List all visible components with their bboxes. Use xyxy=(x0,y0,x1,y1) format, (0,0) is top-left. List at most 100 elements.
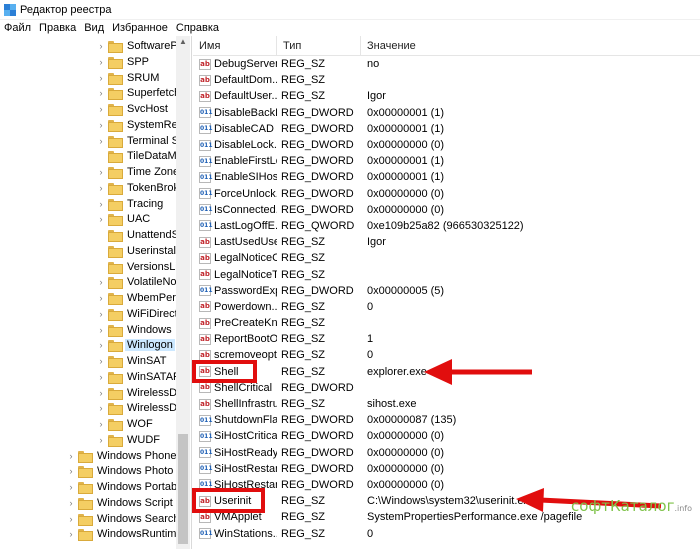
value-row[interactable]: 011LastLogOffE... REG_QWORD 0xe109b25a82 (… xyxy=(193,218,700,234)
value-row[interactable]: abLegalNoticeC... REG_SZ xyxy=(193,250,700,266)
menu-file[interactable]: Файл xyxy=(0,22,35,34)
tree-item[interactable]: › Windows xyxy=(96,322,174,338)
registry-tree[interactable]: › SoftwarePro › SPP › SRUM › Superfetch › SvcHost… xyxy=(0,36,192,549)
chevron-right-icon[interactable]: › xyxy=(96,337,106,353)
chevron-right-icon[interactable]: › xyxy=(96,385,106,401)
chevron-right-icon[interactable]: › xyxy=(96,70,106,86)
value-row[interactable]: 011IsConnected... REG_DWORD 0x00000000 (0) xyxy=(193,202,700,218)
menu-edit[interactable]: Правка xyxy=(35,22,80,34)
tree-item[interactable]: › WinSAT xyxy=(96,353,169,369)
chevron-right-icon[interactable]: › xyxy=(66,526,76,542)
column-header-name[interactable]: Имя xyxy=(193,36,277,56)
chevron-right-icon[interactable]: › xyxy=(96,274,106,290)
value-name: ReportBootOk xyxy=(214,333,277,346)
value-row[interactable]: 011 DisableLock... REG_DWORD 0x00000000 (0) xyxy=(193,137,700,153)
tree-item[interactable]: › UAC xyxy=(96,211,152,227)
chevron-right-icon[interactable]: › xyxy=(96,164,106,180)
chevron-right-icon[interactable]: › xyxy=(66,511,76,527)
scroll-up-arrow-icon[interactable]: ▲ xyxy=(176,36,190,48)
shell-highlight-box xyxy=(192,360,257,383)
tree-item[interactable]: › WiFiDirectA xyxy=(96,306,187,322)
value-row[interactable]: abLegalNoticeT... REG_SZ xyxy=(193,266,700,282)
tree-item[interactable]: › Time Zones xyxy=(96,164,187,180)
chevron-right-icon[interactable]: › xyxy=(96,416,106,432)
tree-item[interactable]: › WUDF xyxy=(96,432,162,448)
value-row[interactable]: ab Powerdown... REG_SZ 0 xyxy=(193,299,700,315)
chevron-right-icon[interactable]: › xyxy=(96,117,106,133)
value-row[interactable]: ab DefaultUser... REG_SZ Igor xyxy=(193,88,700,104)
value-row[interactable]: abShellInfrastru... REG_SZ sihost.exe xyxy=(193,396,700,412)
menu-help[interactable]: Справка xyxy=(172,22,223,34)
chevron-right-icon[interactable]: › xyxy=(96,400,106,416)
tree-item[interactable]: Userinstall xyxy=(96,243,180,259)
tree-item[interactable]: TileDataMo xyxy=(96,148,185,164)
chevron-right-icon[interactable]: › xyxy=(96,353,106,369)
chevron-right-icon[interactable]: › xyxy=(96,133,106,149)
chevron-right-icon[interactable]: › xyxy=(66,448,76,464)
value-row[interactable]: 011 WinStations... REG_SZ 0 xyxy=(193,525,700,541)
value-row[interactable]: ab DefaultDom... REG_SZ xyxy=(193,72,700,88)
value-row[interactable]: 011EnableFirstLo... REG_DWORD 0x00000001 (… xyxy=(193,153,700,169)
value-row[interactable]: abLastUsedUse... REG_SZ Igor xyxy=(193,234,700,250)
chevron-right-icon[interactable]: › xyxy=(96,432,106,448)
tree-item[interactable]: › SvcHost xyxy=(96,101,170,117)
value-row[interactable]: 011SiHostRestar... REG_DWORD 0x00000000 (0… xyxy=(193,461,700,477)
tree-item[interactable]: › SystemRest xyxy=(96,117,188,133)
value-row[interactable]: 011ForceUnlock... REG_DWORD 0x00000000 (0) xyxy=(193,186,700,202)
chevron-right-icon[interactable]: › xyxy=(96,211,106,227)
chevron-right-icon[interactable]: › xyxy=(96,101,106,117)
column-header-type[interactable]: Тип xyxy=(277,36,361,56)
value-row[interactable]: 011EnableSIHos... REG_DWORD 0x00000001 (1) xyxy=(193,169,700,185)
tree-item[interactable]: › WOF xyxy=(96,416,155,432)
tree-item[interactable]: › VolatileNoti xyxy=(96,274,184,290)
value-data: Igor xyxy=(367,90,386,103)
chevron-right-icon[interactable]: › xyxy=(66,463,76,479)
tree-item[interactable]: › Winlogon xyxy=(96,337,175,353)
tree-item[interactable]: › WbemPerf xyxy=(96,290,181,306)
tree-item[interactable]: UnattendSe xyxy=(96,227,187,243)
tree-item[interactable]: › Tracing xyxy=(96,196,165,212)
tree-item[interactable]: › WinSATAPI xyxy=(96,369,185,385)
value-row[interactable]: 011DisableBackB... REG_DWORD 0x00000001 (1… xyxy=(193,105,700,121)
value-row[interactable]: 011SiHostReady... REG_DWORD 0x00000000 (0) xyxy=(193,445,700,461)
chevron-right-icon[interactable]: › xyxy=(96,180,106,196)
value-row[interactable]: ab ReportBootOk REG_SZ 1 xyxy=(193,331,700,347)
tree-scrollbar[interactable]: ▲ xyxy=(176,36,190,549)
column-header-value[interactable]: Значение xyxy=(361,36,700,56)
tree-item[interactable]: › SRUM xyxy=(96,70,161,86)
chevron-right-icon[interactable]: › xyxy=(96,306,106,322)
chevron-right-icon[interactable]: › xyxy=(96,38,106,54)
tree-item[interactable]: › Windows Search xyxy=(66,511,182,527)
tree-item[interactable]: › Windows Script Ho xyxy=(66,495,191,511)
tree-item[interactable]: › SPP xyxy=(96,54,151,70)
value-row[interactable]: 011ShutdownFla... REG_DWORD 0x00000087 (13… xyxy=(193,412,700,428)
chevron-right-icon[interactable]: › xyxy=(96,54,106,70)
tree-item[interactable]: VersionsList xyxy=(96,259,188,275)
tree-item[interactable]: › WirelessDis xyxy=(96,385,187,401)
chevron-right-icon[interactable]: › xyxy=(66,479,76,495)
chevron-right-icon[interactable]: › xyxy=(96,290,106,306)
chevron-right-icon[interactable]: › xyxy=(96,369,106,385)
value-name: WinStations... xyxy=(214,527,277,540)
scroll-thumb[interactable] xyxy=(178,434,188,544)
tree-item[interactable]: › TokenBroke xyxy=(96,180,187,196)
chevron-right-icon[interactable]: › xyxy=(66,495,76,511)
value-row[interactable]: 011PasswordExp... REG_DWORD 0x00000005 (5) xyxy=(193,283,700,299)
tree-item[interactable]: › Windows Portable xyxy=(66,479,188,495)
tree-item[interactable]: › Windows Phone xyxy=(66,448,179,464)
value-name: Powerdown... xyxy=(214,300,277,313)
value-row[interactable]: abPreCreateKn... REG_SZ xyxy=(193,315,700,331)
value-row[interactable]: 011 SiHostCritical REG_DWORD 0x00000000 (0) xyxy=(193,428,700,444)
menu-view[interactable]: Вид xyxy=(80,22,108,34)
value-row[interactable]: abDebugServer... REG_SZ no xyxy=(193,56,700,72)
value-row[interactable]: 011 DisableCAD REG_DWORD 0x00000001 (1) xyxy=(193,121,700,137)
tree-item[interactable]: › WindowsRuntime xyxy=(66,526,185,542)
tree-item[interactable]: › Windows Photo Vi xyxy=(66,463,188,479)
value-type: REG_SZ xyxy=(281,74,326,87)
chevron-right-icon[interactable]: › xyxy=(96,85,106,101)
tree-item[interactable]: › Superfetch xyxy=(96,85,182,101)
chevron-right-icon[interactable]: › xyxy=(96,322,106,338)
tree-item[interactable]: › Terminal Se xyxy=(96,133,187,149)
chevron-right-icon[interactable]: › xyxy=(96,196,106,212)
menu-favorites[interactable]: Избранное xyxy=(108,22,172,34)
